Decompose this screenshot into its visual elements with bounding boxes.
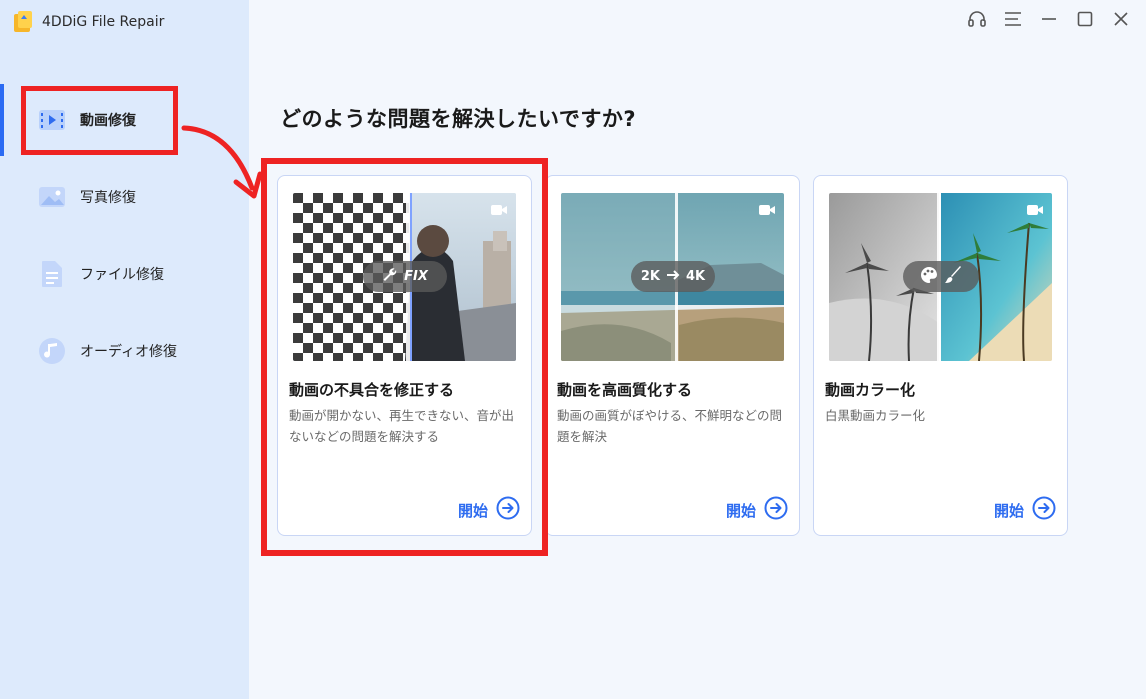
video-camera-icon — [759, 201, 775, 220]
arrow-right-circle-icon — [764, 496, 788, 524]
app-title: 4DDiG File Repair — [42, 14, 165, 30]
palette-icon — [920, 266, 938, 288]
highlight-box-sidebar — [21, 86, 178, 155]
image-icon — [38, 183, 66, 211]
close-icon[interactable] — [1110, 8, 1132, 30]
app-title-bar: 4DDiG File Repair — [12, 9, 164, 35]
sidebar-item-label: オーディオ修復 — [80, 344, 178, 360]
music-note-icon — [38, 337, 66, 365]
headset-icon[interactable] — [966, 8, 988, 30]
video-camera-icon — [1027, 201, 1043, 220]
card-colorize-video[interactable]: 動画カラー化 白黒動画カラー化 開始 — [813, 175, 1068, 536]
page-title: どのような問題を解決したいですか? — [280, 107, 637, 131]
card-title: 動画を高画質化する — [557, 381, 693, 399]
sidebar-item-audio-repair[interactable]: オーディオ修復 — [0, 323, 249, 379]
card-enhance-video[interactable]: 2K 4K 動画を高画質化する 動画の画質がぼやける、不鮮明などの問題を解決 開… — [545, 175, 800, 536]
menu-icon[interactable] — [1002, 8, 1024, 30]
card-thumbnail: 2K 4K — [561, 193, 784, 361]
sidebar-item-file-repair[interactable]: ファイル修復 — [0, 246, 249, 302]
arrow-right-circle-icon — [1032, 496, 1056, 524]
start-label: 開始 — [993, 501, 1024, 520]
window-controls — [966, 8, 1132, 30]
colorize-badge — [903, 261, 979, 292]
card-thumbnail — [829, 193, 1052, 361]
minimize-icon[interactable] — [1038, 8, 1060, 30]
start-button[interactable]: 開始 — [994, 496, 1056, 524]
start-label: 開始 — [725, 501, 756, 520]
badge-from: 2K — [640, 269, 660, 284]
card-description: 動画の画質がぼやける、不鮮明などの問題を解決 — [557, 408, 783, 444]
app-logo-icon — [12, 10, 34, 34]
resolution-badge: 2K 4K — [631, 261, 715, 292]
card-title: 動画カラー化 — [825, 381, 916, 399]
sidebar: 4DDiG File Repair 動画修復 写真修復 ファイル修復 オーディオ… — [0, 0, 249, 699]
annotation-arrow-icon — [181, 125, 263, 199]
arrow-right-icon — [666, 269, 680, 285]
document-icon — [38, 260, 66, 288]
brush-icon — [944, 265, 962, 288]
maximize-icon[interactable] — [1074, 8, 1096, 30]
highlight-box-card — [261, 158, 548, 556]
sidebar-item-label: 写真修復 — [80, 190, 136, 206]
card-description: 白黒動画カラー化 — [825, 408, 926, 423]
start-button[interactable]: 開始 — [726, 496, 788, 524]
badge-to: 4K — [686, 269, 706, 284]
sidebar-item-label: ファイル修復 — [80, 267, 164, 283]
